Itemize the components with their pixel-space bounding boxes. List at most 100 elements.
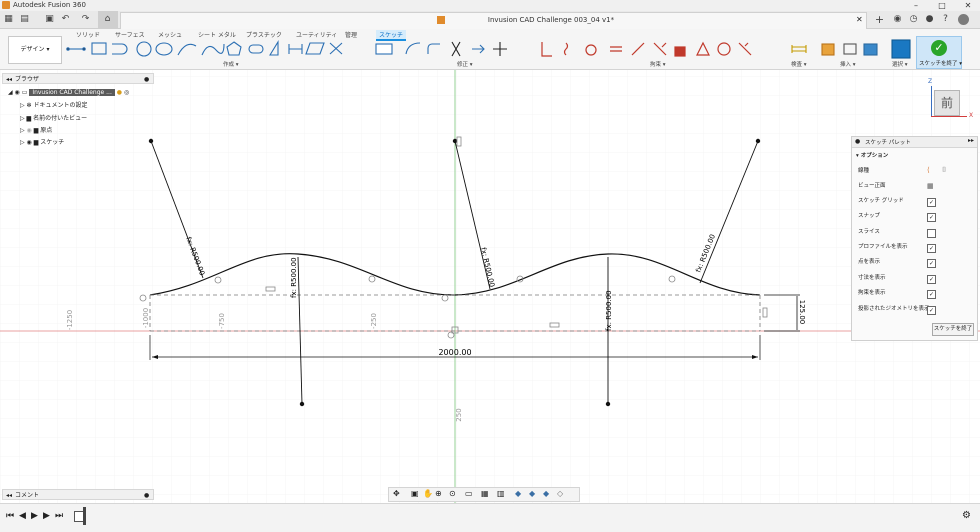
pin-icon[interactable]: ● bbox=[144, 74, 149, 85]
minimize-button[interactable]: – bbox=[904, 0, 928, 11]
grid-icon[interactable]: ▦ bbox=[3, 14, 14, 25]
select-icon[interactable] bbox=[891, 39, 911, 59]
snap-checkbox[interactable]: ✓ bbox=[927, 213, 936, 222]
expand-panel-icon[interactable]: ▸▸ bbox=[968, 137, 974, 144]
finish-sketch-button[interactable]: ✓ スケッチを終了 ▾ bbox=[916, 36, 962, 69]
browser-item-settings[interactable]: ▷ ✻ ドキュメントの設定 bbox=[20, 101, 88, 111]
gear-icon[interactable]: ⚙ bbox=[962, 510, 971, 521]
fillet-tool-icon[interactable] bbox=[405, 42, 421, 55]
fix-icon[interactable] bbox=[674, 46, 686, 57]
offset-tool-icon[interactable] bbox=[427, 43, 440, 54]
orbit-icon[interactable]: ✥ bbox=[393, 489, 400, 498]
avatar[interactable] bbox=[958, 14, 969, 25]
cube-icon[interactable]: ◆ bbox=[543, 489, 549, 498]
home-tab[interactable]: ⌂ bbox=[98, 11, 118, 28]
palette-header[interactable]: ● スケッチ パレット ▸▸ bbox=[852, 137, 977, 148]
spline-tool-icon[interactable] bbox=[201, 43, 225, 56]
bell-icon[interactable]: ● bbox=[924, 14, 935, 25]
browser-item-named-views[interactable]: ▷ ▆ 名前の付いたビュー bbox=[20, 114, 87, 124]
polygon-tool-icon[interactable] bbox=[226, 41, 242, 56]
construction-line-icon[interactable]: ⟨ bbox=[927, 166, 930, 174]
projected-checkbox[interactable]: ✓ bbox=[927, 306, 936, 315]
dim-height[interactable]: 125.00 bbox=[798, 300, 806, 325]
viewcube[interactable]: Z X 前 bbox=[925, 78, 975, 128]
group-insert[interactable]: 挿入 ▾ bbox=[840, 60, 856, 68]
close-tab-button[interactable]: ✕ bbox=[856, 15, 863, 24]
expand-icon[interactable]: ▷ bbox=[20, 115, 25, 122]
center-point[interactable] bbox=[755, 138, 761, 144]
expand-icon[interactable]: ▷ bbox=[20, 139, 25, 146]
save-icon[interactable]: ▣ bbox=[44, 14, 55, 25]
expand-icon[interactable]: ▷ bbox=[20, 127, 25, 134]
group-select[interactable]: 選択 ▾ bbox=[892, 60, 908, 68]
design-workspace-button[interactable]: デザイン ▾ bbox=[8, 36, 62, 64]
eye-icon[interactable]: ◉ bbox=[27, 127, 32, 134]
dimension-tool-icon[interactable] bbox=[288, 44, 303, 54]
measure-icon[interactable] bbox=[791, 45, 807, 53]
palette-finish-sketch-button[interactable]: スケッチを終了 bbox=[932, 323, 974, 336]
eye-icon[interactable]: ◉ bbox=[27, 139, 32, 146]
expand-icon[interactable]: ◢ bbox=[8, 89, 13, 96]
text-tool-icon[interactable] bbox=[375, 43, 393, 55]
extend-tool-icon[interactable] bbox=[472, 44, 485, 54]
collinear-icon[interactable] bbox=[563, 42, 569, 56]
redo-icon[interactable]: ↷ bbox=[80, 14, 91, 25]
center-point[interactable] bbox=[452, 138, 458, 144]
constraints-checkbox[interactable]: ✓ bbox=[927, 290, 936, 299]
expand-icon[interactable]: ▷ bbox=[20, 102, 25, 109]
palette-section[interactable]: ▾ オプション bbox=[856, 151, 888, 159]
rounded-slot-icon[interactable] bbox=[248, 44, 264, 54]
help-icon[interactable]: ? bbox=[940, 14, 951, 25]
group-constraints[interactable]: 拘束 ▾ bbox=[650, 60, 666, 68]
plus-icon[interactable]: + bbox=[874, 14, 885, 25]
browser-item-sketches[interactable]: ▷ ◉ ▆ スケッチ bbox=[20, 138, 64, 148]
pan-icon[interactable]: ✋ bbox=[423, 489, 433, 498]
fit-icon[interactable]: ⊙ bbox=[449, 489, 456, 498]
triangle-tool-icon[interactable] bbox=[269, 40, 279, 56]
group-inspect[interactable]: 検査 ▾ bbox=[791, 60, 807, 68]
display-settings-icon[interactable]: ▭ bbox=[465, 489, 473, 498]
center-point[interactable] bbox=[605, 401, 611, 407]
mirror-tool-icon[interactable] bbox=[329, 42, 343, 55]
centerline-icon[interactable]: ⌷ bbox=[942, 166, 946, 175]
zoom-icon[interactable]: ⊕ bbox=[435, 489, 442, 498]
dim-width[interactable]: 2000.00 bbox=[438, 348, 471, 357]
clock-icon[interactable]: ◷ bbox=[908, 14, 919, 25]
slice-checkbox[interactable] bbox=[927, 229, 936, 238]
trim-tool-icon[interactable] bbox=[451, 41, 461, 57]
equal-icon[interactable] bbox=[610, 46, 622, 52]
canvas-icon[interactable] bbox=[863, 43, 878, 56]
symmetry-icon[interactable] bbox=[738, 42, 752, 56]
profile-checkbox[interactable]: ✓ bbox=[927, 244, 936, 253]
maximize-button[interactable]: □ bbox=[930, 0, 954, 11]
perpendicular-icon[interactable] bbox=[653, 42, 667, 56]
dim-radius-arc2[interactable]: fx: R500.00 bbox=[605, 290, 613, 331]
cube-icon[interactable]: ◆ bbox=[529, 489, 535, 498]
file-icon[interactable]: ▤ bbox=[19, 14, 30, 25]
slot-tool-icon[interactable] bbox=[112, 43, 128, 55]
insert-icon[interactable] bbox=[821, 43, 835, 56]
arc-tool-icon[interactable] bbox=[177, 43, 197, 56]
browser-item-root[interactable]: ◢ ◉ ▭ Invusion CAD Challenge ... ● ◎ bbox=[8, 88, 129, 98]
target-icon[interactable]: ◎ bbox=[124, 89, 129, 96]
points-checkbox[interactable]: ✓ bbox=[927, 259, 936, 268]
parallelogram-tool-icon[interactable] bbox=[305, 42, 325, 55]
ellipse-tool-icon[interactable] bbox=[155, 42, 173, 56]
play-icon[interactable]: ▶ bbox=[31, 511, 38, 521]
undo-icon[interactable]: ↶ bbox=[60, 14, 71, 25]
rectangle-tool-icon[interactable] bbox=[91, 42, 107, 55]
step-forward-icon[interactable]: ▶ bbox=[43, 511, 50, 521]
browser-item-origin[interactable]: ▷ ◉ ▆ 原点 bbox=[20, 126, 52, 136]
eye-icon[interactable]: ◉ bbox=[15, 89, 20, 96]
close-button[interactable]: ✕ bbox=[956, 0, 980, 11]
center-point[interactable] bbox=[299, 401, 305, 407]
dimensions-checkbox[interactable]: ✓ bbox=[927, 275, 936, 284]
browser-header[interactable]: ◂◂ ブラウザ ● bbox=[2, 73, 154, 84]
coincident-icon[interactable] bbox=[541, 42, 552, 57]
skip-start-icon[interactable]: ⏮ bbox=[6, 511, 14, 521]
collapse-icon[interactable]: ◂◂ bbox=[6, 74, 12, 85]
parallel-icon[interactable] bbox=[631, 42, 645, 56]
extensions-icon[interactable]: ◉ bbox=[892, 14, 903, 25]
cube-icon[interactable]: ◆ bbox=[515, 489, 521, 498]
comment-panel[interactable]: ◂◂ コメント ● bbox=[2, 489, 154, 500]
